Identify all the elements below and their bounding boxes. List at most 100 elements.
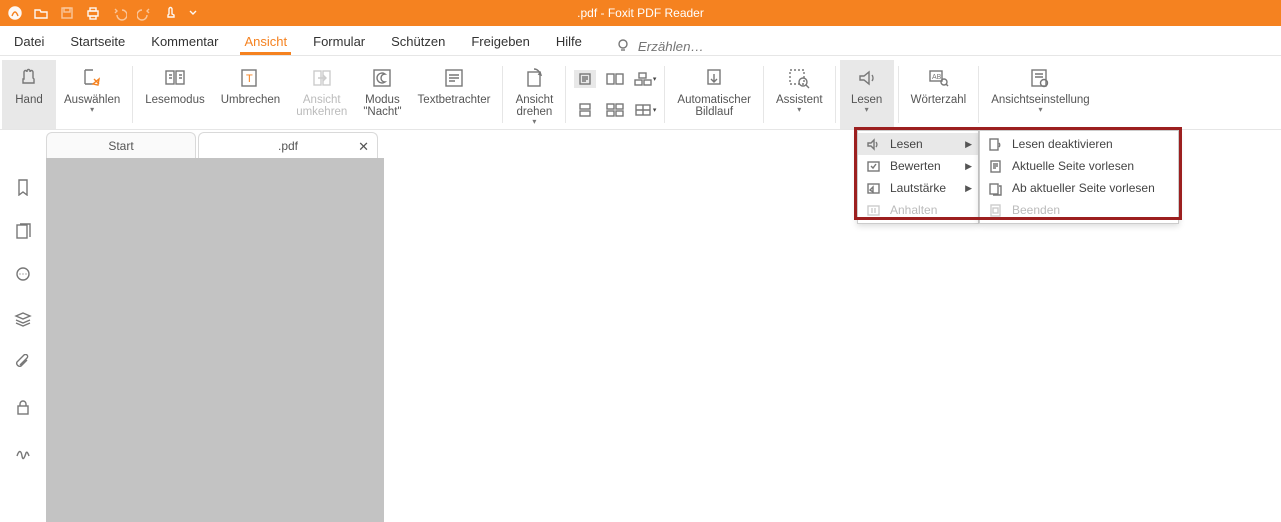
read-aloud-button[interactable]: Lesen ▾ <box>840 60 894 129</box>
speaker-icon <box>864 135 882 153</box>
moon-icon <box>369 64 395 92</box>
window-title: .pdf - Foxit PDF Reader <box>577 6 704 20</box>
tell-me-search[interactable] <box>616 38 776 55</box>
touch-mode-icon[interactable] <box>162 4 180 22</box>
stop-icon <box>986 201 1004 219</box>
submenu-item-deaktivieren[interactable]: Lesen deaktivieren <box>980 133 1178 155</box>
tell-me-input[interactable] <box>636 38 776 55</box>
invert-l2: umkehren <box>296 106 347 118</box>
page-display-group-2 <box>600 60 630 129</box>
rate-icon <box>864 157 882 175</box>
tab-datei[interactable]: Datei <box>10 28 48 55</box>
read-mode-label: Lesemodus <box>145 94 204 106</box>
menu-item-lautstaerke[interactable]: Lautstärke ▶ <box>858 177 978 199</box>
rotate-view-button[interactable]: Ansicht drehen ▾ <box>507 60 561 129</box>
continuous-facing-icon[interactable] <box>604 101 626 119</box>
magnifier-icon <box>786 64 812 92</box>
layers-icon[interactable] <box>12 308 34 330</box>
chevron-right-icon: ▶ <box>965 183 972 194</box>
navigation-rail <box>0 158 46 522</box>
reflow-button[interactable]: T Umbrechen <box>213 60 288 129</box>
text-viewer-button[interactable]: Textbetrachter <box>410 60 499 129</box>
separate-cover-icon[interactable]: ▾ <box>634 70 656 88</box>
menu-item-lesen[interactable]: Lesen ▶ <box>858 133 978 155</box>
hand-tool-button[interactable]: Hand <box>2 60 56 129</box>
undo-icon[interactable] <box>110 4 128 22</box>
text-viewer-label: Textbetrachter <box>418 94 491 106</box>
pages-icon[interactable] <box>12 220 34 242</box>
tab-freigeben[interactable]: Freigeben <box>467 28 534 55</box>
separator <box>664 66 665 123</box>
tab-ansicht[interactable]: Ansicht <box>240 28 291 55</box>
hand-label: Hand <box>15 94 43 106</box>
qat-dropdown-icon[interactable] <box>188 4 198 22</box>
close-icon[interactable]: ✕ <box>358 139 369 155</box>
night-mode-button[interactable]: Modus "Nacht" <box>355 60 409 129</box>
split-view-icon[interactable]: ▾ <box>634 101 656 119</box>
menu-anhalten-label: Anhalten <box>890 203 937 217</box>
speaker-icon <box>854 64 880 92</box>
assistant-button[interactable]: Assistent ▾ <box>768 60 831 129</box>
menu-lautstaerke-label: Lautstärke <box>890 181 946 195</box>
doc-tab-start-label: Start <box>108 139 133 153</box>
chevron-down-icon: ▾ <box>865 106 869 114</box>
separator <box>502 66 503 123</box>
tab-kommentar[interactable]: Kommentar <box>147 28 222 55</box>
signature-icon[interactable] <box>12 440 34 462</box>
word-count-icon: AB <box>925 64 951 92</box>
read-submenu: Lesen deaktivieren Aktuelle Seite vorles… <box>979 130 1179 224</box>
comments-icon[interactable] <box>12 264 34 286</box>
read-menu: Lesen ▶ Bewerten ▶ Lautstärke ▶ Anhalten <box>857 130 979 224</box>
bookmark-icon[interactable] <box>12 176 34 198</box>
submenu-item-aktuelle-seite[interactable]: Aktuelle Seite vorlesen <box>980 155 1178 177</box>
word-count-button[interactable]: AB Wörterzahl <box>903 60 975 129</box>
submenu-item-ab-aktueller[interactable]: Ab aktueller Seite vorlesen <box>980 177 1178 199</box>
app-logo-icon[interactable] <box>6 4 24 22</box>
submenu-beenden-label: Beenden <box>1012 203 1060 217</box>
invert-view-button: Ansicht umkehren <box>288 60 355 129</box>
print-icon[interactable] <box>84 4 102 22</box>
open-icon[interactable] <box>32 4 50 22</box>
separator <box>132 66 133 123</box>
single-page-icon[interactable] <box>574 70 596 88</box>
facing-icon[interactable] <box>604 70 626 88</box>
doc-tab-pdf[interactable]: .pdf ✕ <box>198 132 378 158</box>
page-display-group-3: ▾ ▾ <box>630 60 660 129</box>
continuous-page-icon[interactable] <box>574 101 596 119</box>
menu-item-bewerten[interactable]: Bewerten ▶ <box>858 155 978 177</box>
svg-text:AB: AB <box>932 74 942 81</box>
separator <box>898 66 899 123</box>
save-icon[interactable] <box>58 4 76 22</box>
read-mode-button[interactable]: Lesemodus <box>137 60 212 129</box>
auto-scroll-button[interactable]: Automatischer Bildlauf <box>669 60 759 129</box>
submenu-abaktueller-label: Ab aktueller Seite vorlesen <box>1012 181 1155 195</box>
tab-schuetzen[interactable]: Schützen <box>387 28 449 55</box>
select-button[interactable]: Auswählen ▾ <box>56 60 128 129</box>
pages-forward-icon <box>986 179 1004 197</box>
doc-tab-start[interactable]: Start <box>46 132 196 158</box>
redo-icon[interactable] <box>136 4 154 22</box>
autoscroll-l2: Bildlauf <box>695 106 733 118</box>
separator <box>978 66 979 123</box>
attachment-icon[interactable] <box>12 352 34 374</box>
document-canvas[interactable] <box>46 158 384 522</box>
night-l2: "Nacht" <box>363 106 401 118</box>
security-icon[interactable] <box>12 396 34 418</box>
tab-startseite[interactable]: Startseite <box>66 28 129 55</box>
volume-icon <box>864 179 882 197</box>
bulb-icon <box>616 38 630 55</box>
submenu-aktuelle-label: Aktuelle Seite vorlesen <box>1012 159 1134 173</box>
reflow-label: Umbrechen <box>221 94 280 106</box>
title-bar: .pdf - Foxit PDF Reader <box>0 0 1281 26</box>
autoscroll-l1: Automatischer <box>677 94 751 106</box>
view-settings-button[interactable]: Ansichtseinstellung ▾ <box>983 60 1097 129</box>
rotate-l1: Ansicht <box>516 94 554 106</box>
menu-lesen-label: Lesen <box>890 137 923 151</box>
view-settings-icon <box>1027 64 1053 92</box>
separator <box>835 66 836 123</box>
tab-formular[interactable]: Formular <box>309 28 369 55</box>
tab-hilfe[interactable]: Hilfe <box>552 28 586 55</box>
chevron-down-icon: ▾ <box>90 106 94 114</box>
menu-item-anhalten: Anhalten <box>858 199 978 221</box>
page-icon <box>986 157 1004 175</box>
